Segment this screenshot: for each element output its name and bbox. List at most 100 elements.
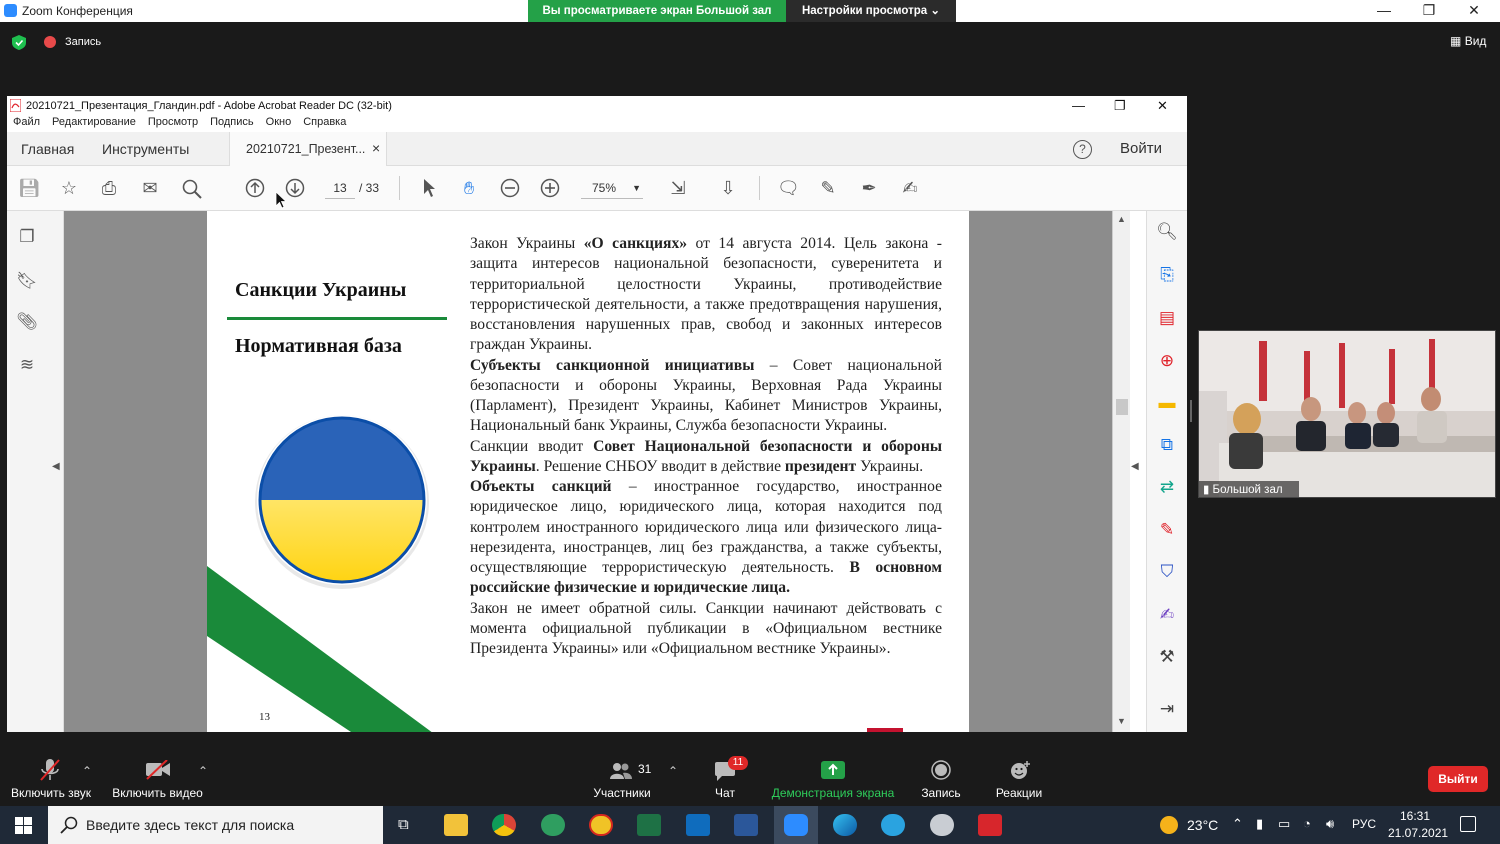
star-icon[interactable]: ☆ xyxy=(58,177,80,199)
share-screen-button[interactable]: Демонстрация экрана xyxy=(768,752,898,806)
zoom-taskbar-button[interactable] xyxy=(774,806,818,844)
combine-files-icon[interactable]: ⧉ xyxy=(1155,433,1179,457)
acrobat-close-button[interactable]: ✕ xyxy=(1157,98,1168,114)
edge-icon[interactable] xyxy=(833,814,857,836)
weather-sun-icon[interactable] xyxy=(1160,816,1178,834)
mail-icon[interactable]: ✉ xyxy=(139,177,161,199)
more-tools-icon[interactable]: ⚒︎ xyxy=(1155,645,1179,669)
scroll-mode-icon[interactable]: ⇩ xyxy=(717,177,739,199)
menu-edit[interactable]: Редактирование xyxy=(52,116,136,128)
windows-start-icon[interactable] xyxy=(15,817,32,834)
zoom-level-select[interactable]: 75% ▼ xyxy=(581,177,643,199)
menu-view[interactable]: Просмотр xyxy=(148,116,198,128)
page-thumbnails-icon[interactable]: ❐ xyxy=(15,225,39,249)
view-settings-button[interactable]: Настройки просмотра ⌄ xyxy=(786,0,956,22)
clock-time[interactable]: 16:31 xyxy=(1400,809,1430,823)
telegram-icon[interactable] xyxy=(881,814,905,836)
acrobat-minimize-button[interactable]: — xyxy=(1072,98,1085,113)
snipping-app-icon[interactable] xyxy=(930,814,954,836)
organize-pages-icon[interactable]: ▤ xyxy=(1155,306,1179,330)
scroll-up-icon[interactable]: ▲ xyxy=(1117,214,1126,224)
menu-file[interactable]: Файл xyxy=(13,116,40,128)
help-icon[interactable]: ? xyxy=(1073,140,1092,159)
tray-app-icon[interactable]: ▮ xyxy=(1256,816,1263,832)
fill-and-sign-icon[interactable]: ✎ xyxy=(1155,518,1179,542)
participants-options-caret[interactable]: ⌃ xyxy=(668,764,678,778)
leave-button[interactable]: Выйти xyxy=(1428,766,1488,792)
layers-icon[interactable]: ≋ xyxy=(15,353,39,377)
clock-date[interactable]: 21.07.2021 xyxy=(1388,826,1448,840)
notifications-icon[interactable] xyxy=(1460,816,1476,832)
request-signature-icon[interactable]: ✍︎ xyxy=(1155,603,1179,627)
participant-video[interactable]: ▮ Большой зал xyxy=(1198,330,1496,498)
excel-icon[interactable] xyxy=(637,814,661,836)
scroll-down-icon[interactable]: ▼ xyxy=(1117,716,1126,726)
tray-chevron-icon[interactable]: ⌃ xyxy=(1232,816,1243,832)
chrome-icon[interactable] xyxy=(492,814,516,836)
page-number-input[interactable]: 13 xyxy=(325,177,355,199)
menu-help[interactable]: Справка xyxy=(303,116,346,128)
minimize-button[interactable]: — xyxy=(1369,2,1399,18)
1c-icon[interactable] xyxy=(589,814,613,836)
file-explorer-icon[interactable] xyxy=(444,814,468,836)
search-icon[interactable] xyxy=(182,179,202,199)
weather-temperature[interactable]: 23°C xyxy=(1187,817,1218,833)
task-view-icon[interactable]: ⧉ xyxy=(398,816,409,833)
vertical-scrollbar[interactable]: ▲ ▼ xyxy=(1112,211,1130,732)
video-options-caret[interactable]: ⌃ xyxy=(198,764,208,778)
sign-icon[interactable]: ✒︎ xyxy=(858,177,880,199)
battery-icon[interactable]: ▭ xyxy=(1278,816,1290,832)
audio-options-caret[interactable]: ⌃ xyxy=(82,764,92,778)
menu-sign[interactable]: Подпись xyxy=(210,116,254,128)
maximize-button[interactable]: ❐ xyxy=(1414,2,1444,19)
select-cursor-icon[interactable] xyxy=(423,178,437,198)
reactions-button[interactable]: Реакции xyxy=(990,752,1048,806)
tab-home[interactable]: Главная xyxy=(21,141,74,157)
create-pdf-icon[interactable]: ⊕ xyxy=(1155,349,1179,373)
tab-close-icon[interactable]: × xyxy=(372,140,380,156)
export-pdf-icon[interactable]: ⎘ xyxy=(1155,263,1179,287)
protect-icon[interactable]: ⛉ xyxy=(1155,560,1179,584)
scroll-thumb[interactable] xyxy=(1116,399,1128,415)
zoom-in-icon[interactable] xyxy=(540,178,560,198)
page-down-icon[interactable] xyxy=(285,178,305,198)
globe-app-icon[interactable] xyxy=(541,814,565,836)
collapse-left-icon[interactable]: ◀ xyxy=(52,461,60,472)
shield-icon[interactable] xyxy=(12,35,26,50)
acrobat-maximize-button[interactable]: ❐ xyxy=(1114,98,1126,114)
page-up-icon[interactable] xyxy=(245,178,265,198)
tab-document[interactable]: 20210721_Презент... × xyxy=(229,132,387,166)
attachment-icon[interactable]: 📎︎ xyxy=(15,310,39,334)
chat-button[interactable]: 11 Чат xyxy=(700,752,750,806)
bookmark-icon[interactable]: 🔖︎ xyxy=(15,269,39,293)
collapse-pane-icon[interactable]: ⇥ xyxy=(1155,697,1179,721)
fill-sign-icon[interactable]: ✍︎ xyxy=(899,177,921,199)
panel-resize-handle[interactable] xyxy=(1190,400,1192,422)
save-icon[interactable]: 💾︎ xyxy=(18,177,41,199)
comment-icon[interactable]: 🗨︎ xyxy=(777,177,800,199)
menu-window[interactable]: Окно xyxy=(266,116,292,128)
outlook-icon[interactable] xyxy=(686,814,710,836)
record-button[interactable]: Запись xyxy=(914,752,968,806)
close-button[interactable]: ✕ xyxy=(1459,2,1489,19)
zoom-tool-icon[interactable]: 🔍︎ xyxy=(1155,220,1179,244)
highlight-pen-icon[interactable]: ✎ xyxy=(817,177,839,199)
input-language[interactable]: РУС xyxy=(1352,817,1376,831)
fit-page-icon[interactable]: ⇲ xyxy=(667,177,689,199)
comment-tool-icon[interactable]: ▬ xyxy=(1155,391,1179,415)
print-icon[interactable]: ⎙ xyxy=(98,177,120,199)
word-icon[interactable] xyxy=(734,814,758,836)
collapse-right-icon[interactable]: ◀ xyxy=(1131,461,1139,472)
unmute-button[interactable]: Включить звук xyxy=(5,752,97,806)
start-video-button[interactable]: Включить видео xyxy=(110,752,205,806)
view-button[interactable]: ▦ Вид xyxy=(1450,34,1486,48)
login-button[interactable]: Войти xyxy=(1120,140,1162,157)
hand-tool-icon[interactable]: ✋︎ xyxy=(458,177,480,199)
acrobat-reader-icon[interactable] xyxy=(978,814,1002,836)
participants-button[interactable]: 31 Участники xyxy=(583,752,661,806)
zoom-out-icon[interactable] xyxy=(500,178,520,198)
taskbar-search-box[interactable]: Введите здесь текст для поиска xyxy=(48,806,383,844)
send-for-review-icon[interactable]: ⇄ xyxy=(1155,475,1179,499)
volume-icon[interactable]: 🔊︎ xyxy=(1326,816,1334,832)
wifi-icon[interactable]: ◔ xyxy=(1303,816,1311,831)
